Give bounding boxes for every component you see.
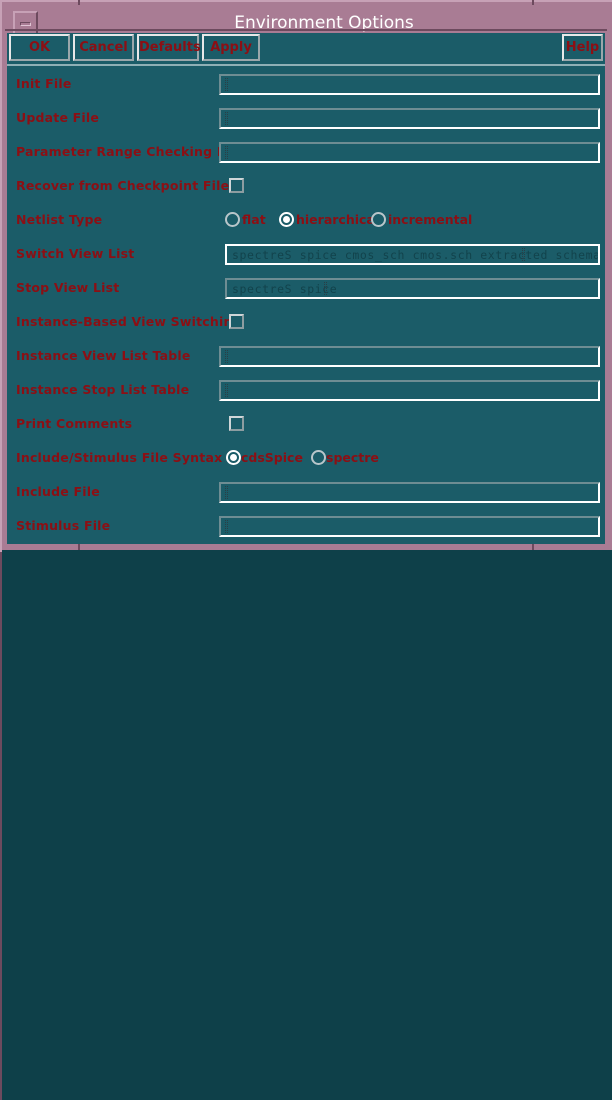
label-switch-view-list: Switch View List <box>16 246 135 261</box>
label-print-comments: Print Comments <box>16 416 133 431</box>
row-include-stimulus-file-syntax: Include/Stimulus File Syntax cdsSpice sp… <box>7 441 605 475</box>
row-init-file: Init File <box>7 67 605 101</box>
defaults-button[interactable]: Defaults <box>137 34 201 61</box>
init-file-input[interactable] <box>219 74 600 95</box>
row-instance-based-view-switching: Instance-Based View Switching <box>7 305 605 339</box>
radio-selected-icon <box>279 212 294 227</box>
stop-view-list-value: spectreS spice <box>232 282 338 296</box>
row-instance-stop-list-table: Instance Stop List Table <box>7 373 605 407</box>
row-netlist-type: Netlist Type flat hierarchical increment… <box>7 203 605 237</box>
label-netlist-type: Netlist Type <box>16 212 103 227</box>
resize-handle-bottom-right[interactable] <box>532 544 534 550</box>
row-stop-view-list: Stop View List spectreS spice <box>7 271 605 305</box>
text-caret <box>225 146 228 159</box>
stop-view-list-input[interactable]: spectreS spice <box>225 278 600 299</box>
update-file-input[interactable] <box>219 108 600 129</box>
label-include-stimulus-file-syntax: Include/Stimulus File Syntax <box>16 450 223 465</box>
action-bar-separator <box>7 64 605 66</box>
frame-bevel-top <box>0 0 612 2</box>
options-form: Init File Update File Parameter Range Ch… <box>7 67 605 544</box>
window-title: Environment Options <box>234 13 414 33</box>
switch-view-list-value: spectreS spice cmos_sch cmos.sch extract… <box>232 248 600 262</box>
row-parameter-range-checking-file: Parameter Range Checking File <box>7 135 605 169</box>
radio-icon <box>311 450 326 465</box>
label-instance-based-view-switching: Instance-Based View Switching <box>16 314 242 329</box>
radio-icon <box>225 212 240 227</box>
print-comments-checkbox[interactable] <box>229 416 244 431</box>
row-instance-view-list-table: Instance View List Table <box>7 339 605 373</box>
title-bar-bevel-bottom <box>5 29 607 31</box>
text-caret <box>324 282 327 295</box>
text-caret <box>225 384 228 397</box>
text-caret <box>225 486 228 499</box>
label-init-file: Init File <box>16 76 72 91</box>
label-stimulus-file: Stimulus File <box>16 518 111 533</box>
label-recover-from-checkpoint-file: Recover from Checkpoint File <box>16 178 230 193</box>
instance-stop-list-table-input[interactable] <box>219 380 600 401</box>
stimulus-file-input[interactable] <box>219 516 600 537</box>
switch-view-list-input[interactable]: spectreS spice cmos_sch cmos.sch extract… <box>225 244 600 265</box>
radio-icon <box>371 212 386 227</box>
netlist-type-label-flat: flat <box>242 212 266 227</box>
apply-button[interactable]: Apply <box>202 34 260 61</box>
label-instance-stop-list-table: Instance Stop List Table <box>16 382 190 397</box>
text-caret <box>225 350 228 363</box>
minimize-icon <box>20 22 31 26</box>
instance-based-view-switching-checkbox[interactable] <box>229 314 244 329</box>
row-include-file: Include File <box>7 475 605 509</box>
help-button[interactable]: Help <box>562 34 603 61</box>
text-caret <box>225 78 228 91</box>
label-stop-view-list: Stop View List <box>16 280 120 295</box>
ok-button[interactable]: OK <box>9 34 70 61</box>
row-print-comments: Print Comments <box>7 407 605 441</box>
recover-from-checkpoint-file-checkbox[interactable] <box>229 178 244 193</box>
title-bar[interactable]: Environment Options <box>5 5 607 35</box>
radio-selected-icon <box>226 450 241 465</box>
label-update-file: Update File <box>16 110 100 125</box>
row-stimulus-file: Stimulus File <box>7 509 605 543</box>
row-recover-from-checkpoint-file: Recover from Checkpoint File <box>7 169 605 203</box>
frame-bevel-right <box>0 552 2 1100</box>
label-parameter-range-checking-file: Parameter Range Checking File <box>16 144 244 159</box>
text-caret <box>225 112 228 125</box>
include-stimulus-label-spectre: spectre <box>326 450 379 465</box>
row-update-file: Update File <box>7 101 605 135</box>
window-frame: Environment Options OK Cancel Defaults A… <box>0 0 612 1100</box>
resize-handle-bottom-left[interactable] <box>78 544 80 550</box>
text-caret <box>522 248 525 261</box>
instance-view-list-table-input[interactable] <box>219 346 600 367</box>
frame-bevel-left <box>0 2 2 552</box>
include-stimulus-label-cdsspice: cdsSpice <box>241 450 303 465</box>
parameter-range-checking-file-input[interactable] <box>219 142 600 163</box>
netlist-type-label-hierarchical: hierarchical <box>296 212 380 227</box>
action-button-bar: OK Cancel Defaults Apply Help <box>7 33 605 64</box>
include-file-input[interactable] <box>219 482 600 503</box>
label-include-file: Include File <box>16 484 100 499</box>
minimize-button[interactable] <box>13 11 38 35</box>
label-instance-view-list-table: Instance View List Table <box>16 348 191 363</box>
netlist-type-label-incremental: incremental <box>388 212 473 227</box>
cancel-button[interactable]: Cancel <box>73 34 134 61</box>
dialog-client-area: OK Cancel Defaults Apply Help Init File … <box>7 33 605 544</box>
row-switch-view-list: Switch View List spectreS spice cmos_sch… <box>7 237 605 271</box>
text-caret <box>225 520 228 533</box>
